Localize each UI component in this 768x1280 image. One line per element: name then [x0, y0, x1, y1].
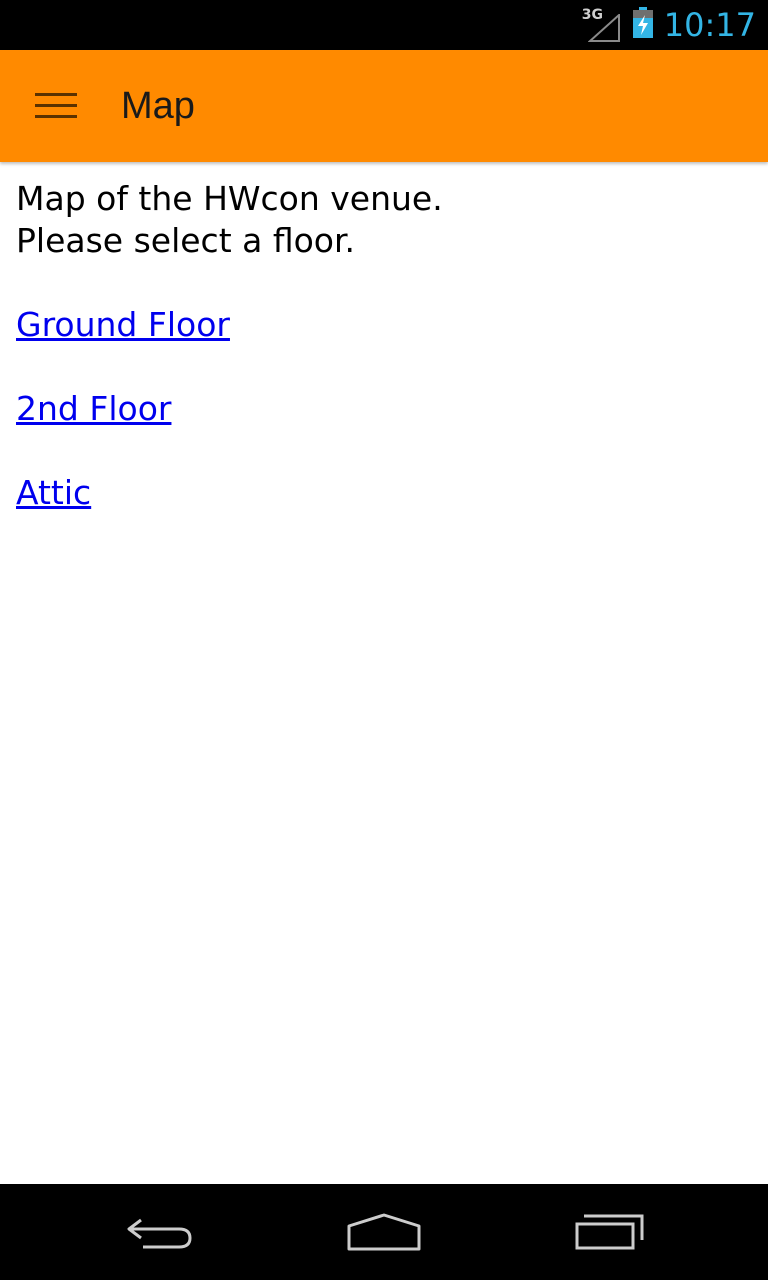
- recents-button[interactable]: [540, 1184, 680, 1280]
- intro-text-line-2: Please select a floor.: [16, 221, 356, 260]
- back-button[interactable]: [90, 1184, 230, 1280]
- home-icon: [347, 1213, 421, 1251]
- menu-button[interactable]: [24, 80, 88, 132]
- navigation-bar: [0, 1184, 768, 1280]
- page-title: Map: [121, 85, 195, 127]
- floor-link-row: Attic: [16, 430, 756, 514]
- floor-link-row: 2nd Floor: [16, 346, 756, 430]
- battery-charging-icon: [632, 7, 654, 43]
- app-bar: Map: [0, 50, 768, 162]
- hamburger-menu-icon: [35, 93, 77, 118]
- intro-text-line-1: Map of the HWcon venue.: [16, 179, 443, 218]
- attic-link[interactable]: Attic: [16, 472, 91, 514]
- screen: 3G 10:17 Map Map of the HWcon venue. Ple…: [0, 0, 768, 1280]
- map-content: Map of the HWcon venue. Please select a …: [16, 178, 756, 514]
- clock: 10:17: [663, 6, 756, 44]
- home-button[interactable]: [314, 1184, 454, 1280]
- signal-icon: 3G: [582, 8, 622, 42]
- recents-icon: [575, 1214, 644, 1250]
- back-icon: [127, 1218, 192, 1249]
- floor-link-row: Ground Floor: [16, 262, 756, 346]
- status-icons: 3G 10:17: [582, 0, 756, 50]
- ground-floor-link[interactable]: Ground Floor: [16, 304, 230, 346]
- second-floor-link[interactable]: 2nd Floor: [16, 388, 171, 430]
- status-bar: 3G 10:17: [0, 0, 768, 50]
